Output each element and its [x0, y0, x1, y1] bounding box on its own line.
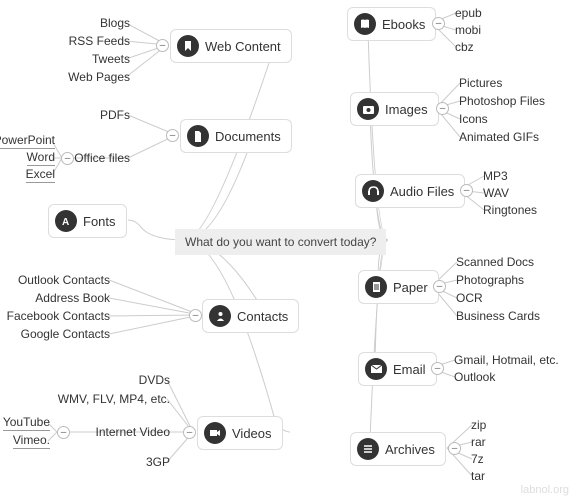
center-node: What do you want to convert today?: [175, 229, 386, 255]
headphones-icon: [362, 180, 384, 202]
collapse-toggle[interactable]: –: [436, 102, 449, 115]
child-item: WMV, FLV, MP4, etc.: [58, 392, 170, 406]
cat-label: Videos: [232, 426, 272, 441]
child-item: Tweets: [92, 52, 130, 66]
contacts-icon: [209, 305, 231, 327]
child-item: Scanned Docs: [456, 255, 534, 269]
child-item: Google Contacts: [21, 327, 110, 341]
child-item: zip: [471, 418, 486, 432]
paper-icon: [365, 276, 387, 298]
child-item: Blogs: [100, 16, 130, 30]
collapse-toggle[interactable]: –: [432, 17, 445, 30]
child-item: Outlook: [454, 370, 495, 384]
collapse-toggle[interactable]: –: [183, 426, 196, 439]
cat-paper[interactable]: Paper: [358, 270, 439, 304]
collapse-toggle[interactable]: –: [433, 280, 446, 293]
cat-web-content[interactable]: Web Content: [170, 29, 292, 63]
cat-fonts[interactable]: A Fonts: [48, 204, 127, 238]
child-item: Word: [27, 150, 55, 166]
child-item: Pictures: [459, 76, 502, 90]
child-item: Gmail, Hotmail, etc.: [454, 353, 559, 367]
child-item: OCR: [456, 291, 483, 305]
child-item: Photoshop Files: [459, 94, 545, 108]
child-item: 3GP: [146, 455, 170, 469]
sub-office-files: Office files: [74, 151, 130, 165]
child-item: Excel: [26, 167, 55, 183]
child-item: PowerPoint: [0, 133, 55, 149]
child-item: epub: [455, 6, 482, 20]
collapse-toggle[interactable]: –: [431, 362, 444, 375]
cat-label: Archives: [385, 442, 435, 457]
child-item: Web Pages: [68, 70, 130, 84]
cat-documents[interactable]: Documents: [180, 119, 292, 153]
child-item: Ringtones: [483, 203, 537, 217]
cat-contacts[interactable]: Contacts: [202, 299, 299, 333]
child-item: Business Cards: [456, 309, 540, 323]
font-icon: A: [55, 210, 77, 232]
cat-videos[interactable]: Videos: [197, 416, 283, 450]
collapse-toggle[interactable]: –: [61, 152, 74, 165]
cat-archives[interactable]: Archives: [350, 432, 446, 466]
collapse-toggle[interactable]: –: [156, 39, 169, 52]
collapse-toggle[interactable]: –: [448, 442, 461, 455]
child-item: cbz: [455, 40, 474, 54]
child-item: 7z: [471, 452, 484, 466]
child-item: WAV: [483, 186, 509, 200]
cat-audio-files[interactable]: Audio Files: [355, 174, 465, 208]
cat-label: Email: [393, 362, 426, 377]
child-item: RSS Feeds: [69, 34, 130, 48]
child-item: Address Book: [35, 291, 110, 305]
child-item: DVDs: [139, 373, 170, 387]
svg-text:A: A: [62, 217, 69, 226]
cat-images[interactable]: Images: [350, 92, 439, 126]
child-item: tar: [471, 469, 485, 483]
child-item: mobi: [455, 23, 481, 37]
sub-internet-video: Internet Video: [95, 425, 170, 439]
child-item: Facebook Contacts: [7, 309, 110, 323]
cat-label: Paper: [393, 280, 428, 295]
child-item: Outlook Contacts: [18, 273, 110, 287]
bookmark-icon: [177, 35, 199, 57]
cat-label: Web Content: [205, 39, 281, 54]
center-text: What do you want to convert today?: [185, 235, 376, 249]
collapse-toggle[interactable]: –: [57, 426, 70, 439]
video-icon: [204, 422, 226, 444]
cat-ebooks[interactable]: Ebooks: [347, 7, 436, 41]
child-item: Icons: [459, 112, 488, 126]
child-item: YouTube: [3, 415, 50, 431]
cat-label: Contacts: [237, 309, 288, 324]
mail-icon: [365, 358, 387, 380]
document-icon: [187, 125, 209, 147]
child-item: Animated GIFs: [459, 130, 539, 144]
cat-label: Audio Files: [390, 184, 454, 199]
child-item: rar: [471, 435, 486, 449]
collapse-toggle[interactable]: –: [189, 309, 202, 322]
collapse-toggle[interactable]: –: [166, 129, 179, 142]
watermark: labnol.org: [521, 484, 569, 496]
cat-label: Documents: [215, 129, 281, 144]
book-icon: [354, 13, 376, 35]
child-item: PDFs: [100, 108, 130, 122]
child-item: Photographs: [456, 273, 524, 287]
child-item: Vimeo.: [13, 433, 50, 449]
cat-email[interactable]: Email: [358, 352, 437, 386]
cat-label: Images: [385, 102, 428, 117]
cat-label: Ebooks: [382, 17, 425, 32]
collapse-toggle[interactable]: –: [460, 184, 473, 197]
child-item: MP3: [483, 169, 508, 183]
camera-icon: [357, 98, 379, 120]
archive-icon: [357, 438, 379, 460]
cat-label: Fonts: [83, 214, 116, 229]
